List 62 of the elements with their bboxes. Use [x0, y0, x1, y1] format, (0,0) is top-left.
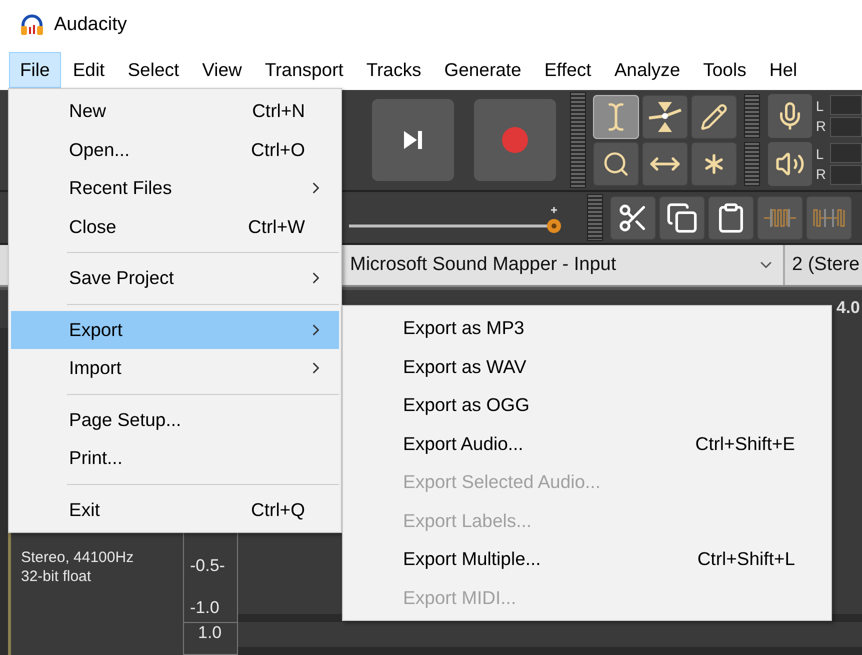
skip-end-icon [402, 129, 424, 151]
menu-entry[interactable]: Export Audio... Ctrl+Shift+E [345, 424, 829, 463]
scale-label: -0.5- [190, 556, 226, 576]
silence-button[interactable] [806, 196, 852, 240]
menu-item[interactable]: Transport [254, 52, 354, 88]
track-info: 32-bit float [21, 567, 92, 586]
meter-button[interactable] [768, 142, 812, 186]
menu-item[interactable]: Edit [62, 52, 116, 88]
menu-entry[interactable]: Page Setup... [11, 400, 339, 439]
cut-button[interactable] [610, 196, 656, 240]
menu-entry[interactable]: Import [11, 349, 339, 388]
toolbar-grip[interactable] [744, 94, 760, 138]
menu-entry[interactable]: Recent Files [11, 169, 339, 208]
menu-entry[interactable]: Export [11, 310, 339, 349]
channel-label: L [816, 144, 825, 164]
channels-dropdown[interactable]: 2 (Stere [785, 254, 860, 276]
toolbar-grip[interactable] [570, 92, 586, 188]
menu-item[interactable]: Hel [758, 52, 808, 88]
copy-icon [666, 202, 698, 234]
menu-item[interactable]: File [9, 52, 61, 88]
pencil-icon [700, 102, 728, 130]
menu-entry[interactable]: Save Project [11, 259, 339, 298]
tool-button[interactable] [592, 142, 639, 186]
zoom-icon [602, 150, 630, 178]
menu-entry[interactable]: Export Multiple... Ctrl+Shift+L [345, 540, 829, 578]
menu-entry[interactable]: Open... Ctrl+O [11, 130, 339, 169]
menu-item[interactable]: Select [116, 52, 190, 88]
track-info: Stereo, 44100Hz [21, 548, 135, 567]
channel-label: R [816, 116, 826, 136]
channel-label: R [816, 164, 826, 184]
window-title: Audacity [54, 14, 127, 36]
app-logo-icon [20, 14, 44, 36]
ruler-label: 4.0 [836, 298, 861, 318]
scale-label: 1.0 [198, 623, 222, 642]
menu-entry[interactable]: Export as WAV [345, 348, 829, 386]
menu-entry[interactable]: Exit Ctrl+Q [11, 490, 339, 529]
menu-entry[interactable]: New Ctrl+N [11, 92, 339, 130]
channel-label: L [816, 96, 825, 116]
tool-button[interactable] [642, 142, 688, 186]
envelope-icon [648, 100, 682, 134]
skip-to-end-button[interactable] [372, 99, 454, 181]
menu-item[interactable]: Tools [692, 52, 758, 88]
menu-item[interactable]: Tracks [355, 52, 432, 88]
input-device-dropdown[interactable]: Microsoft Sound Mapper - Input [345, 245, 785, 285]
tool-button[interactable] [642, 94, 688, 138]
toolbar-grip[interactable] [744, 142, 760, 186]
menu-entry[interactable]: Export as MP3 [345, 309, 829, 348]
tool-button[interactable] [690, 142, 737, 186]
tool-button[interactable] [690, 94, 737, 138]
menu-item[interactable]: View [191, 52, 253, 88]
copy-button[interactable] [659, 196, 705, 240]
record-icon [502, 127, 528, 153]
menu-item[interactable]: Generate [433, 52, 532, 88]
meter-button[interactable] [768, 94, 812, 138]
tool-button[interactable] [592, 94, 639, 138]
toolbar-grip[interactable] [587, 194, 603, 241]
paste-button[interactable] [708, 196, 754, 240]
menu-item[interactable]: Analyze [603, 52, 692, 88]
menu-entry[interactable]: Export as OGG [345, 386, 829, 424]
menu-entry[interactable]: Print... [11, 439, 339, 478]
menu-item[interactable]: Effect [533, 52, 602, 88]
scale-label: -1.0 [190, 598, 220, 618]
